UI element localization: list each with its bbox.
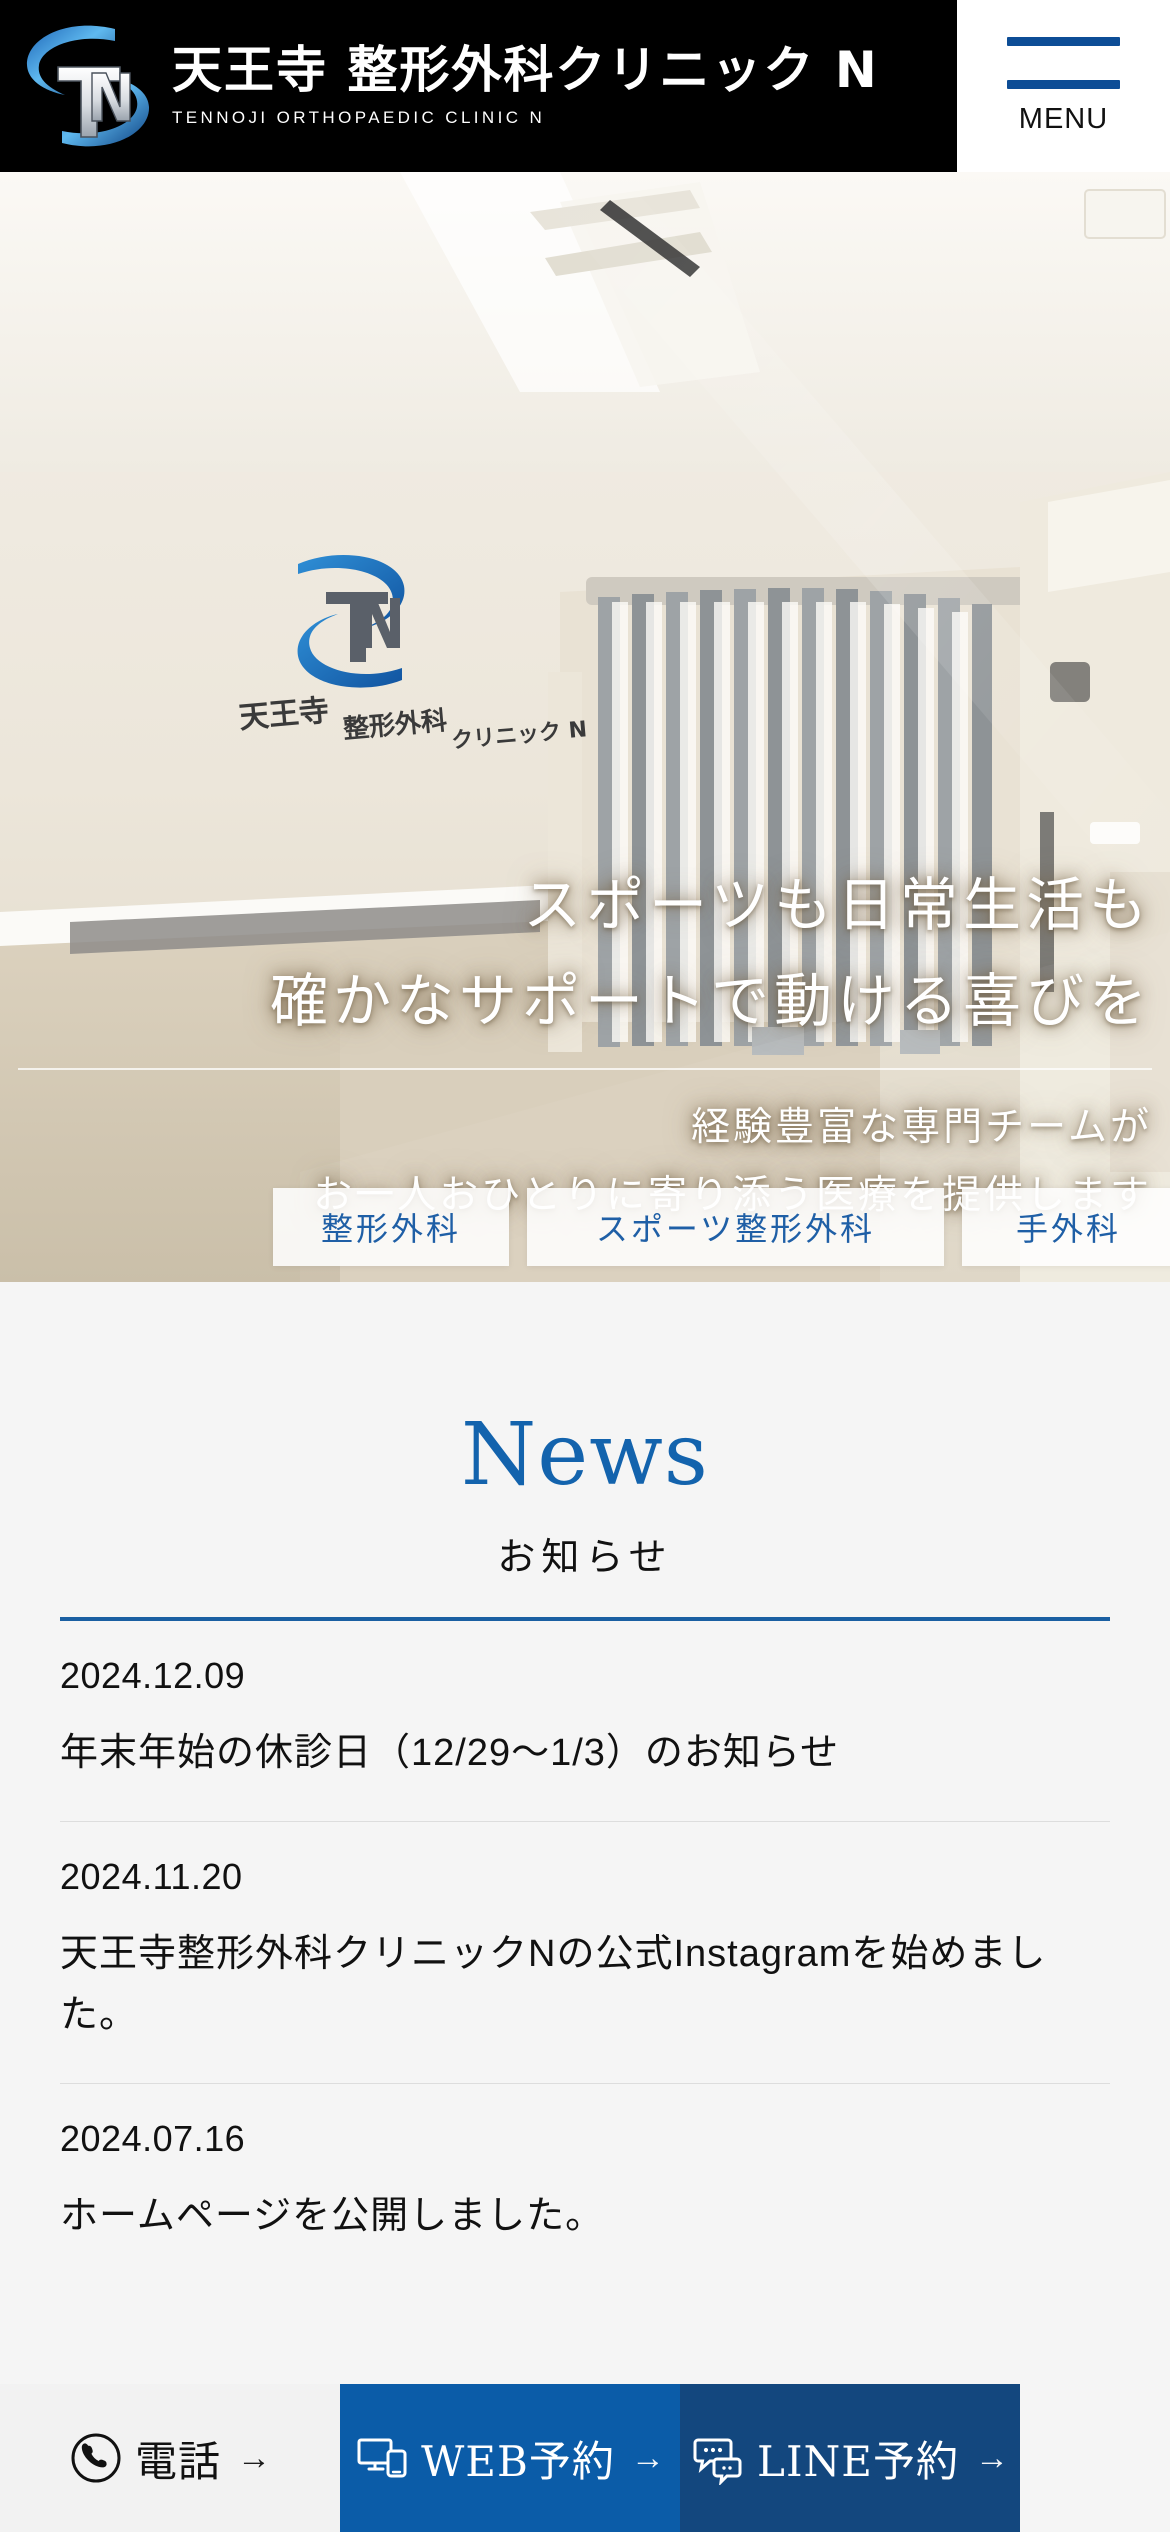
chat-bubbles-icon — [691, 2431, 745, 2485]
hero-sub-1: 経験豊富な専門チームが — [691, 1105, 1152, 1150]
brand-title-en: TENNOJI ORTHOPAEDIC CLINIC N — [172, 108, 546, 127]
web-reservation-button[interactable]: WEB予約 → — [340, 2384, 680, 2532]
news-item-title: 年末年始の休診日（12/29〜1/3）のお知らせ — [60, 1732, 840, 1774]
hero-service-tags: 整形外科 スポーツ整形外科 手外科 — [0, 1188, 1170, 1266]
line-arrow-icon: → — [974, 2438, 1009, 2477]
hero-headline-2: 確かなサポートで動ける喜びを — [269, 967, 1152, 1035]
site-header: 天王寺 整形外科クリニック N TENNOJI ORTHOPAEDIC CLIN… — [0, 0, 1170, 172]
brand-text: 天王寺 整形外科クリニック N TENNOJI ORTHOPAEDIC CLIN… — [172, 44, 879, 128]
phone-arrow-icon: → — [237, 2438, 271, 2477]
hero-tag-orthopedics[interactable]: 整形外科 — [273, 1188, 509, 1266]
news-list-item[interactable]: 2024.07.16 ホームページを公開しました。 — [60, 2084, 1110, 2284]
hero-tag-hand-surgery[interactable]: 手外科 — [962, 1188, 1170, 1266]
menu-button-label: MENU — [1018, 102, 1109, 135]
page-root: 天王寺 整形外科クリニック N TENNOJI ORTHOPAEDIC CLIN… — [0, 0, 1170, 2532]
news-item-date: 2024.12.09 — [60, 1655, 246, 1696]
hero-copy: スポーツも日常生活も 確かなサポートで動ける喜びを 経験豊富な専門チームが お一… — [0, 172, 1170, 1282]
menu-button[interactable]: MENU — [957, 0, 1170, 172]
web-arrow-icon: → — [630, 2438, 665, 2477]
news-item-title: 天王寺整形外科クリニックNの公式Instagramを始めました。 — [60, 1932, 1047, 2037]
news-heading-en: News — [461, 1405, 709, 1505]
news-heading-jp: お知らせ — [497, 1535, 673, 1579]
phone-action-label: 電話 — [134, 2436, 221, 2486]
brand-title-jp: 天王寺 整形外科クリニック N — [172, 41, 879, 99]
brand-block[interactable]: 天王寺 整形外科クリニック N TENNOJI ORTHOPAEDIC CLIN… — [0, 0, 957, 172]
bottom-action-bar: 電話 → WEB予約 → LINE予約 → — [0, 2384, 1020, 2532]
hamburger-icon — [1007, 36, 1120, 89]
news-list-item[interactable]: 2024.12.09 年末年始の休診日（12/29〜1/3）のお知らせ — [60, 1621, 1110, 1822]
hero-divider — [18, 1068, 1152, 1070]
web-reservation-label: WEB予約 — [421, 2436, 615, 2486]
news-section: News お知らせ 2024.12.09 年末年始の休診日（12/29〜1/3）… — [0, 1282, 1170, 2284]
news-list: 2024.12.09 年末年始の休診日（12/29〜1/3）のお知らせ 2024… — [60, 1621, 1110, 2283]
line-reservation-button[interactable]: LINE予約 → — [680, 2384, 1020, 2532]
news-list-item[interactable]: 2024.11.20 天王寺整形外科クリニックNの公式Instagramを始めま… — [60, 1822, 1110, 2084]
hero-headline-1: スポーツも日常生活も — [523, 871, 1152, 939]
hero-section: 天王寺 整形外科 クリニック N スポーツも日常生活も 確かなサポートで動ける喜… — [0, 172, 1170, 1282]
clinic-logo-icon — [18, 11, 158, 161]
hero-tag-sports-orthopedics[interactable]: スポーツ整形外科 — [527, 1188, 944, 1266]
news-item-date: 2024.11.20 — [60, 1855, 243, 1897]
news-item-date: 2024.07.16 — [60, 2117, 246, 2159]
monitor-device-icon — [355, 2431, 409, 2485]
phone-action-button[interactable]: 電話 → — [0, 2384, 340, 2532]
phone-icon — [69, 2431, 123, 2485]
news-item-title: ホームページを公開しました。 — [60, 2194, 605, 2237]
line-reservation-label: LINE予約 — [757, 2436, 959, 2486]
